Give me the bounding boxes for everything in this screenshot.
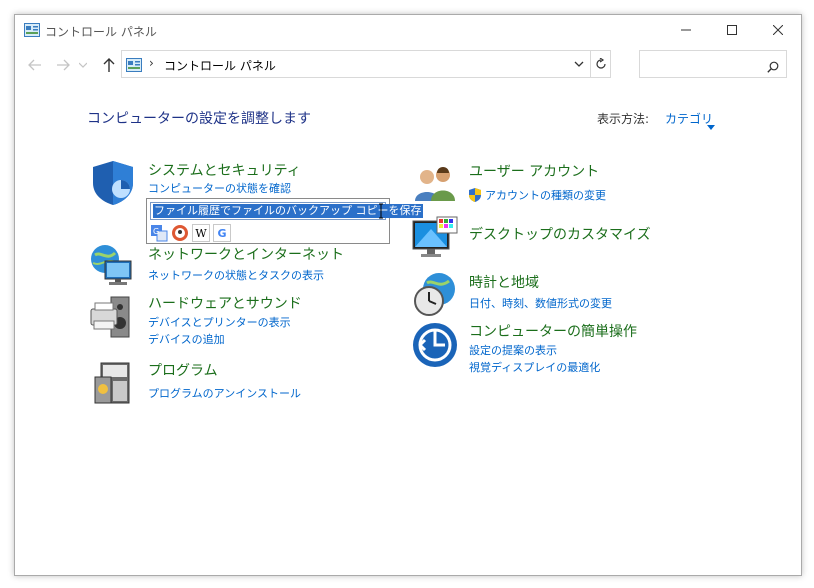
recent-locations-button[interactable] (77, 55, 89, 75)
dropdown-caret-icon[interactable] (707, 115, 715, 134)
control-panel-icon (24, 22, 40, 37)
chevron-down-icon (574, 61, 584, 67)
duckduckgo-icon[interactable] (171, 224, 189, 242)
category-ease-of-access[interactable]: コンピューターの簡単操作 (469, 321, 637, 341)
link-check-computer-status[interactable]: コンピューターの状態を確認 (148, 180, 291, 196)
address-bar[interactable]: › コントロール パネル (121, 50, 611, 78)
search-box[interactable] (639, 50, 787, 78)
uac-shield-icon (468, 187, 482, 206)
chevron-down-icon (79, 62, 87, 68)
maximize-icon (727, 25, 737, 35)
link-optimize-visual-display[interactable]: 視覚ディスプレイの最適化 (469, 359, 600, 375)
user-accounts-icon[interactable] (411, 161, 459, 209)
link-devices-printers[interactable]: デバイスとプリンターの表示 (148, 314, 291, 330)
category-hardware-sound[interactable]: ハードウェアとサウンド (148, 293, 302, 313)
category-system-security[interactable]: システムとセキュリティ (148, 160, 301, 180)
view-by-dropdown[interactable]: カテゴリ (665, 110, 713, 127)
close-icon (773, 25, 783, 35)
category-clock-region[interactable]: 時計と地域 (469, 272, 539, 292)
back-arrow-icon (28, 59, 41, 71)
breadcrumb-control-panel[interactable]: コントロール パネル (164, 57, 276, 74)
back-button[interactable] (25, 55, 45, 75)
link-change-date-time-format[interactable]: 日付、時刻、数値形式の変更 (469, 295, 612, 311)
control-panel-icon (126, 57, 142, 72)
programs-box-icon[interactable] (93, 359, 141, 407)
wikipedia-icon[interactable]: W (192, 224, 210, 242)
window-title: コントロール パネル (45, 25, 157, 39)
ease-of-access-icon[interactable] (411, 321, 459, 369)
maximize-button[interactable] (709, 15, 755, 45)
search-icon[interactable] (767, 58, 779, 77)
refresh-button[interactable] (590, 51, 611, 77)
selected-text-field[interactable]: ファイル履歴でファイルのバックアップ コピーを保存 (150, 202, 423, 223)
svg-text:G: G (153, 227, 159, 236)
title-bar[interactable]: コントロール パネル (15, 15, 801, 46)
clock-globe-icon[interactable] (411, 271, 459, 319)
address-dropdown-button[interactable] (571, 56, 587, 72)
view-by-label: 表示方法: (597, 112, 650, 126)
refresh-icon (596, 58, 606, 69)
text-selection-popup: ファイル履歴でファイルのバックアップ コピーを保存 G W G (146, 198, 423, 244)
category-user-accounts[interactable]: ユーザー アカウント (469, 161, 599, 181)
link-add-device[interactable]: デバイスの追加 (148, 331, 225, 347)
desktop-personalize-icon[interactable] (411, 215, 459, 263)
text-cursor-icon (378, 203, 384, 223)
shield-icon[interactable] (89, 159, 137, 207)
link-change-account-type[interactable]: アカウントの種類の変更 (485, 187, 606, 203)
minimize-icon (681, 29, 691, 31)
control-panel-window: コントロール パネル › コントロール パネル コンピューターの設定を調整します… (14, 14, 802, 576)
breadcrumb-separator[interactable]: › (149, 56, 154, 70)
up-arrow-icon (103, 58, 115, 72)
google-icon[interactable]: G (213, 224, 231, 242)
close-button[interactable] (755, 15, 801, 45)
network-globe-icon[interactable] (89, 241, 137, 289)
up-button[interactable] (99, 55, 119, 75)
link-uninstall-program[interactable]: プログラムのアンインストール (148, 385, 301, 401)
category-appearance[interactable]: デスクトップのカスタマイズ (469, 224, 651, 244)
category-programs[interactable]: プログラム (148, 360, 218, 380)
page-title: コンピューターの設定を調整します (87, 111, 311, 127)
category-network-internet[interactable]: ネットワークとインターネット (148, 244, 344, 264)
translate-icon[interactable]: G (150, 224, 168, 242)
link-get-recommendations[interactable]: 設定の提案の表示 (469, 342, 557, 358)
printer-icon[interactable] (89, 293, 137, 341)
link-view-network-status[interactable]: ネットワークの状態とタスクの表示 (148, 267, 324, 283)
forward-button[interactable] (53, 55, 73, 75)
minimize-button[interactable] (663, 15, 709, 45)
forward-arrow-icon (57, 59, 70, 71)
